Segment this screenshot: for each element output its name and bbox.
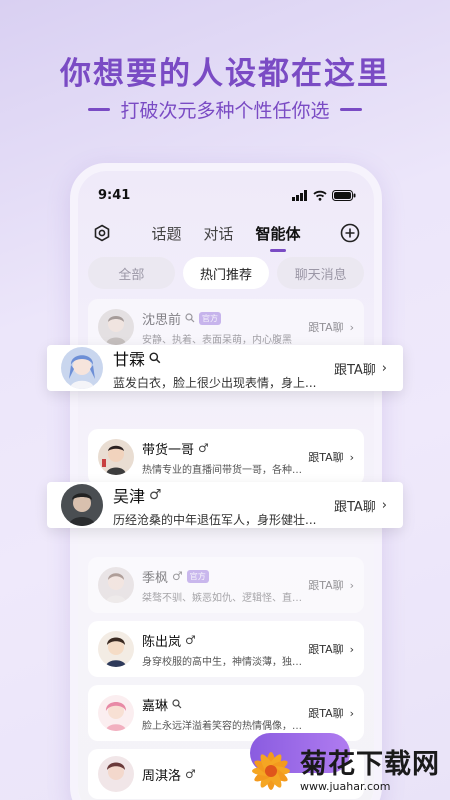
chat-with-label: 跟TA聊 — [308, 707, 344, 720]
chat-with-label: 跟TA聊 — [333, 499, 376, 515]
watermark: 菊花下载网 www.juahar.com — [248, 742, 450, 800]
avatar — [61, 347, 103, 389]
chat-with-label: 跟TA聊 — [333, 362, 376, 378]
chrysanthemum-logo-icon — [252, 752, 290, 790]
character-name: 季枫 — [142, 570, 169, 586]
chat-with-label: 跟TA聊 — [308, 321, 344, 334]
chevron-right-icon: › — [381, 497, 387, 513]
chat-with-button[interactable]: 跟TA聊 › — [308, 319, 354, 335]
settings-button[interactable] — [90, 221, 114, 245]
chevron-right-icon: › — [349, 706, 354, 720]
avatar — [98, 439, 134, 475]
filter-messages[interactable]: 聊天消息 — [277, 257, 365, 289]
character-desc: 桀骜不驯、嫉恶如仇、逻辑怪、直言... — [142, 592, 303, 604]
avatar — [98, 756, 134, 792]
character-desc: 安静、执着、表面呆萌，内心腹黑 — [142, 334, 292, 346]
top-nav: 话题 对话 智能体 — [90, 219, 362, 252]
character-name: 周淇洛 — [142, 768, 182, 784]
character-card[interactable]: 陈出岚 ♂ 身穿校服的高中生，神情淡薄，独来... 跟TA聊 › — [88, 621, 364, 677]
featured-character-card[interactable]: 吴津 ♂ 历经沧桑的中年退伍军人，身形健壮... 跟TA聊 › — [47, 482, 403, 528]
search-icon — [149, 351, 161, 363]
male-icon: ♂ — [185, 767, 196, 781]
plus-circle-icon — [340, 223, 360, 243]
official-badge: 官方 — [199, 311, 222, 325]
filter-popular[interactable]: 热门推荐 — [182, 257, 270, 289]
divider-right — [339, 108, 362, 111]
character-name: 嘉琳 — [142, 698, 169, 714]
character-desc: 历经沧桑的中年退伍军人，身形健壮... — [113, 512, 317, 527]
chevron-right-icon: › — [349, 450, 354, 464]
chat-with-button[interactable]: 跟TA聊 › — [334, 359, 387, 378]
avatar — [61, 484, 103, 526]
male-icon: ♂ — [198, 441, 209, 455]
chat-with-label: 跟TA聊 — [308, 579, 344, 592]
chat-with-button[interactable]: 跟TA聊 › — [334, 496, 387, 515]
character-desc: 脸上永远洋溢着笑容的热情偶像，喜... — [142, 720, 303, 732]
male-icon: ♂ — [172, 569, 183, 583]
search-icon — [172, 699, 182, 709]
wifi-icon — [313, 190, 327, 201]
status-time: 9:41 — [98, 187, 131, 203]
hero-subtitle-row: 打破次元多种个性任你选 — [0, 96, 450, 123]
chat-with-label: 跟TA聊 — [308, 451, 344, 464]
official-badge: 官方 — [186, 569, 209, 583]
tab-chats[interactable]: 对话 — [203, 223, 233, 244]
character-card[interactable]: 季枫 ♂ 官方 桀骜不驯、嫉恶如仇、逻辑怪、直言... 跟TA聊 › — [88, 557, 364, 613]
tab-topics[interactable]: 话题 — [151, 223, 181, 244]
hero-title: 你想要的人设都在这里 — [60, 56, 390, 92]
chat-with-button[interactable]: 跟TA聊 › — [308, 641, 354, 657]
hexagon-settings-icon — [94, 224, 110, 242]
chat-with-button[interactable]: 跟TA聊 › — [308, 449, 354, 465]
hero-subtitle: 打破次元多种个性任你选 — [120, 100, 330, 122]
search-icon — [185, 313, 195, 323]
chat-with-label: 跟TA聊 — [308, 643, 344, 656]
status-bar: 9:41 — [98, 187, 356, 203]
avatar — [98, 695, 134, 731]
character-name: 沈思前 — [142, 312, 182, 328]
add-button[interactable] — [338, 221, 362, 245]
divider-left — [88, 108, 111, 111]
male-icon: ♂ — [149, 486, 162, 503]
avatar — [98, 309, 134, 345]
character-card[interactable]: 带货一哥 ♂ 热情专业的直播间带货一哥，各种产... 跟TA聊 › — [88, 429, 364, 485]
character-name: 甘霖 — [113, 349, 146, 369]
filter-chips: 全部 热门推荐 聊天消息 — [88, 257, 365, 289]
chat-with-button[interactable]: 跟TA聊 › — [308, 577, 354, 593]
tab-agents[interactable]: 智能体 — [256, 223, 301, 252]
chevron-right-icon: › — [349, 320, 354, 334]
character-desc: 蓝发白衣，脸上很少出现表情，身上... — [113, 375, 317, 390]
chat-with-button[interactable]: 跟TA聊 › — [308, 705, 354, 721]
character-name: 吴津 — [113, 486, 146, 506]
avatar — [98, 567, 134, 603]
avatar — [98, 631, 134, 667]
watermark-title: 菊花下载网 — [300, 748, 440, 780]
watermark-url: www.juahar.com — [300, 779, 391, 793]
character-desc: 身穿校服的高中生，神情淡薄，独来... — [142, 656, 303, 668]
battery-icon — [332, 189, 356, 201]
male-icon: ♂ — [185, 633, 196, 647]
character-name: 陈出岚 — [142, 634, 182, 650]
filter-all[interactable]: 全部 — [88, 257, 175, 289]
character-desc: 热情专业的直播间带货一哥，各种产... — [142, 464, 303, 476]
signal-icon — [292, 189, 307, 201]
chevron-right-icon: › — [349, 642, 354, 656]
chevron-right-icon: › — [381, 360, 387, 376]
chevron-right-icon: › — [349, 578, 354, 592]
featured-character-card[interactable]: 甘霖 蓝发白衣，脸上很少出现表情，身上... 跟TA聊 › — [47, 345, 403, 391]
character-name: 带货一哥 — [142, 442, 195, 458]
